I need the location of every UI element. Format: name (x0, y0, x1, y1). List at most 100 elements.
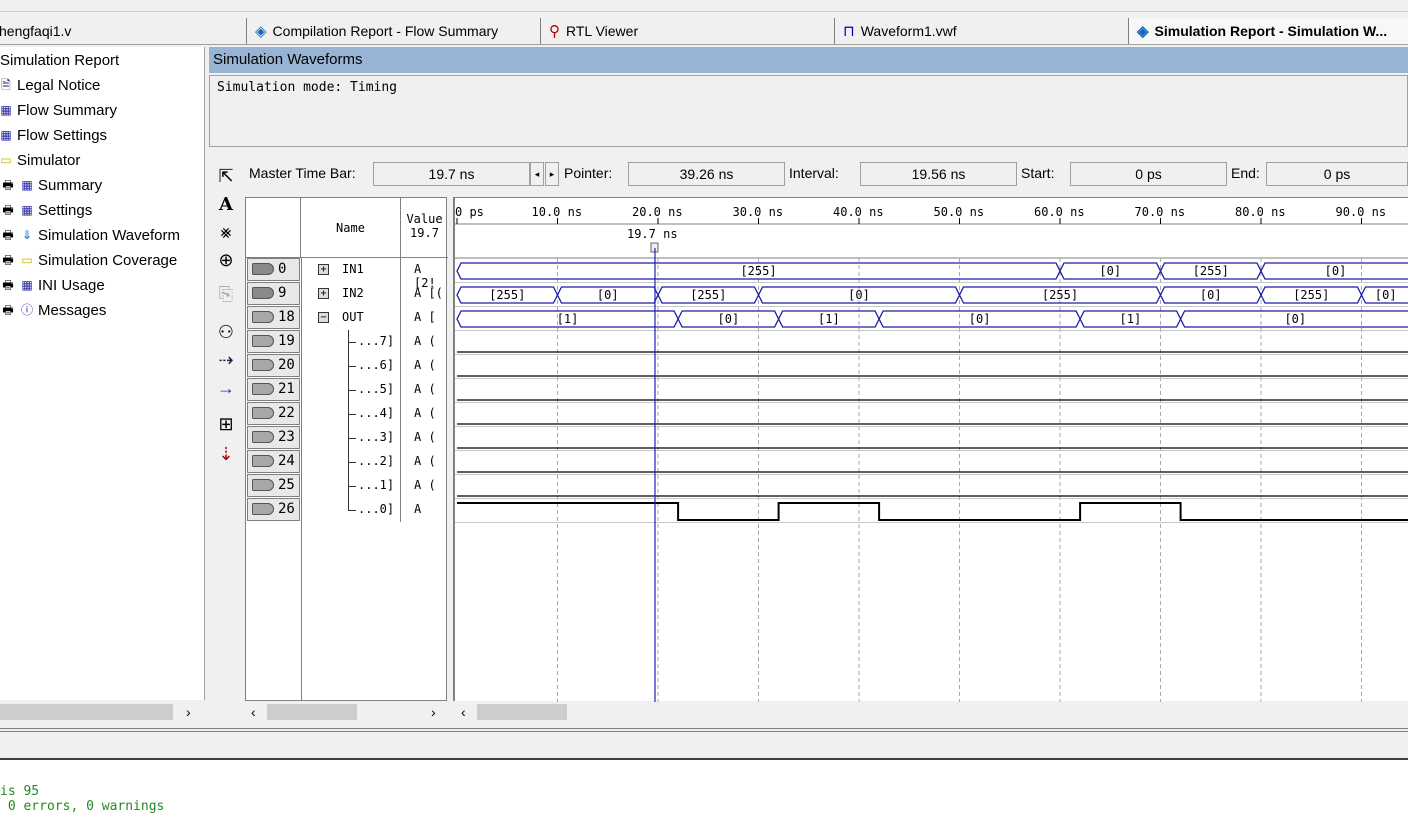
signal-name: ...2] (358, 454, 395, 468)
tree-item-flow-settings[interactable]: ▦ Flow Settings (0, 123, 107, 147)
find-next-icon[interactable]: ⇢ (213, 348, 239, 372)
start-field[interactable]: 0 ps (1070, 162, 1227, 186)
text-tool-icon[interactable]: A (213, 193, 239, 217)
tab-waveform[interactable]: ⊓ Waveform1.vwf (834, 18, 1128, 44)
prev-transition-button[interactable]: ◂ (530, 162, 544, 186)
simulation-mode: Simulation mode: Timing (209, 75, 1408, 147)
tree-item-legal-notice[interactable]: 🗎 Legal Notice (0, 73, 100, 97)
scroll-right-icon[interactable]: › (431, 702, 436, 722)
bit-waveform (457, 502, 1408, 521)
signal-value: A ( (414, 406, 436, 420)
input-pin-icon (252, 287, 274, 299)
printer-icon: 🖶 (2, 253, 14, 267)
signal-index: 25 (247, 474, 300, 497)
master-time-bar-field[interactable]: 19.7 ns (373, 162, 530, 186)
tree-root[interactable]: Simulation Report (0, 48, 119, 72)
tree-item-summary[interactable]: 🖶 ▦ Summary (0, 173, 102, 197)
pointer-field: 39.26 ns (628, 162, 785, 186)
info-icon: ⓘ (20, 303, 33, 317)
snap-grid-icon[interactable]: ⊞ (213, 412, 239, 436)
signal-row[interactable]: 18 − OUT A [ (246, 306, 446, 330)
tree-item-simulation-waveform[interactable]: 🖶 ⇓ Simulation Waveform (0, 223, 180, 247)
tree-scrollbar[interactable]: › (0, 702, 205, 722)
waveform-display[interactable]: 0 ps 10.0 ns 20.0 ns 30.0 ns 40.0 ns 50.0 ns 6… (453, 197, 1408, 702)
bus-value-label: [0] (597, 288, 619, 302)
signal-row[interactable]: 20 ...6] A ( (246, 354, 446, 378)
scroll-thumb[interactable] (0, 704, 173, 720)
printer-icon: 🖶 (2, 178, 14, 192)
table-icon: ▦ (0, 128, 12, 142)
output-pin-icon (252, 503, 274, 515)
scroll-thumb[interactable] (477, 704, 567, 720)
report-tree: Simulation Report 🗎 Legal Notice ▦ Flow Sum… (0, 47, 205, 700)
signal-row[interactable]: 26 ...0] A (246, 498, 446, 522)
scroll-left-icon[interactable]: ‹ (251, 702, 256, 722)
master-time-bar-label: 19.7 ns (627, 227, 678, 241)
signal-index: 18 (247, 306, 300, 329)
output-pin-icon (252, 455, 274, 467)
signal-row[interactable]: 24 ...2] A ( (246, 450, 446, 474)
scroll-right-icon[interactable]: › (186, 702, 191, 722)
pointer-label: Pointer: (564, 165, 613, 181)
signal-index: 0 (247, 258, 300, 281)
signal-list-scrollbar[interactable]: ‹ › (245, 702, 447, 722)
tree-item-ini-usage[interactable]: 🖶 ▦ INI Usage (0, 273, 104, 297)
bus-value-label: [255] (1193, 264, 1229, 278)
end-field[interactable]: 0 ps (1266, 162, 1408, 186)
signal-row[interactable]: 9 + IN2 A [( (246, 282, 446, 306)
tree-item-flow-summary[interactable]: ▦ Flow Summary (0, 98, 117, 122)
output-pin-icon (252, 311, 274, 323)
waveform-edit-icon[interactable]: ⨳ (213, 220, 239, 244)
tree-item-simulation-coverage[interactable]: 🖶 ▭ Simulation Coverage (0, 248, 177, 272)
name-column-header[interactable]: Name (301, 198, 401, 258)
splitter[interactable] (0, 728, 1408, 732)
signal-row[interactable]: 0 + IN1 A [2! (246, 258, 446, 290)
bus-value-label: [255] (1042, 288, 1078, 302)
output-pin-icon (252, 335, 274, 347)
signal-index: 20 (247, 354, 300, 377)
table-icon: ▦ (21, 278, 33, 292)
tab-simulation-report[interactable]: ◈ Simulation Report - Simulation W... (1128, 18, 1408, 44)
table-icon: ▦ (0, 103, 12, 117)
signal-row[interactable]: 21 ...5] A ( (246, 378, 446, 402)
scroll-thumb[interactable] (267, 704, 357, 720)
signal-row[interactable]: 23 ...3] A ( (246, 426, 446, 450)
signal-index: 24 (247, 450, 300, 473)
bus-value-label: [255] (1293, 288, 1329, 302)
bus-value-label: [255] (690, 288, 726, 302)
next-transition-button[interactable]: ▸ (545, 162, 559, 186)
signal-row[interactable]: 25 ...1] A ( (246, 474, 446, 498)
find-icon[interactable]: ⚇ (213, 320, 239, 344)
expand-icon[interactable]: + (318, 264, 329, 275)
tree-item-messages[interactable]: 🖶 ⓘ Messages (0, 298, 106, 322)
signal-index: 23 (247, 426, 300, 449)
arrow-right-icon[interactable]: → (213, 376, 239, 400)
bus-value-label: [0] (969, 312, 991, 326)
time-tick-label: 80.0 ns (1235, 205, 1286, 219)
report-icon: ◈ (255, 23, 267, 40)
message-line: 0 errors, 0 warnings (0, 799, 165, 814)
bus-value-label: [255] (740, 264, 776, 278)
signal-row[interactable]: 19 ...7] A ( (246, 330, 446, 354)
time-tick-label: 0 ps (455, 205, 484, 219)
sort-az-icon[interactable]: ⇣ (213, 442, 239, 466)
bus-value-label: [255] (489, 288, 525, 302)
tab-rtl-viewer[interactable]: ⚲ RTL Viewer (540, 18, 834, 44)
expand-icon[interactable]: + (318, 288, 329, 299)
waveform-scrollbar[interactable]: ‹ (455, 702, 1408, 722)
tree-item-settings[interactable]: 🖶 ▦ Settings (0, 198, 92, 222)
zoom-icon[interactable]: ⊕ (213, 248, 239, 272)
table-icon: ▦ (21, 203, 33, 217)
signal-index: 19 (247, 330, 300, 353)
scroll-left-icon[interactable]: ‹ (461, 702, 466, 722)
tab-compilation-report[interactable]: ◈ Compilation Report - Flow Summary (246, 18, 540, 44)
value-column-header[interactable]: Value 19.7 (401, 198, 448, 258)
signal-name: ...5] (358, 382, 395, 396)
collapse-icon[interactable]: − (318, 312, 329, 323)
pointer-tool-icon[interactable]: ⇱ (213, 164, 239, 188)
tree-item-simulator[interactable]: ▭ Simulator (0, 148, 80, 172)
copy-icon[interactable]: ⎘ (213, 282, 239, 306)
output-pin-icon (252, 359, 274, 371)
tab-verilog[interactable]: hengfaqi1.v (0, 18, 246, 44)
signal-row[interactable]: 22 ...4] A ( (246, 402, 446, 426)
